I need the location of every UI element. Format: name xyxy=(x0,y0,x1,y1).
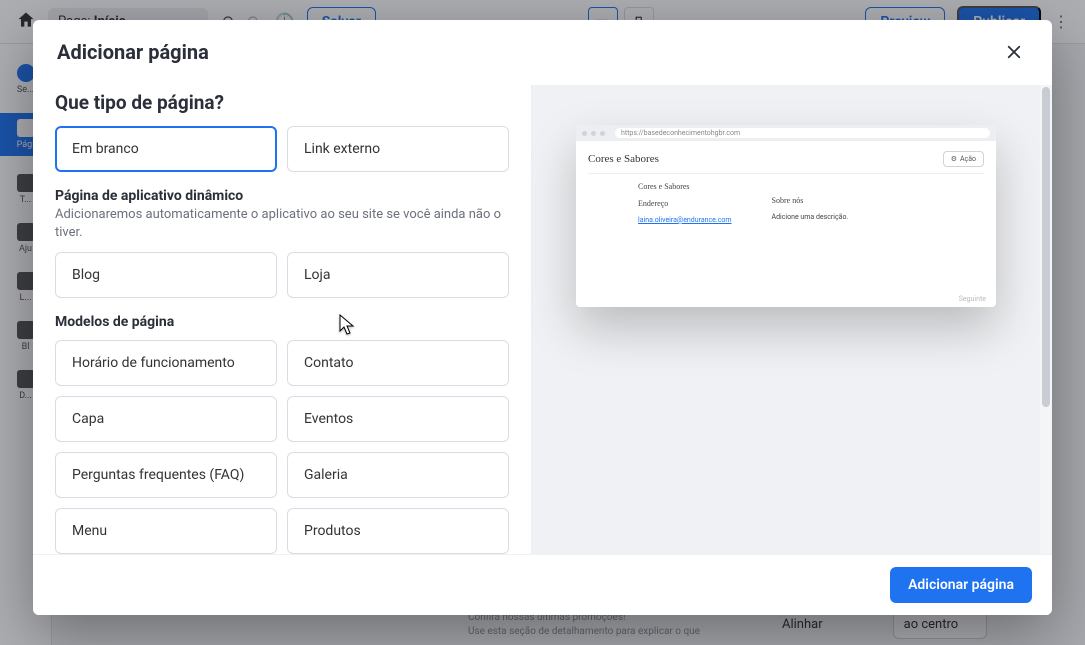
app-blog[interactable]: Blog xyxy=(55,252,277,298)
preview-col1-label: Endereço xyxy=(638,199,732,208)
preview-chrome: https://basedeconhecimentohgbr.com xyxy=(576,125,996,141)
dynamic-heading: Página de aplicativo dinâmico xyxy=(55,188,509,204)
preview-footer: Seguinte xyxy=(576,291,996,307)
preview-col2-label: Sobre nós xyxy=(772,196,849,205)
page-type-question: Que tipo de página? xyxy=(55,91,509,114)
add-page-button[interactable]: Adicionar página xyxy=(890,567,1032,603)
close-icon[interactable] xyxy=(1000,38,1028,66)
dot-icon xyxy=(582,131,587,136)
preview-email: laina.oliveira@endurance.com xyxy=(638,216,732,224)
scrollbar-thumb[interactable] xyxy=(1042,87,1050,407)
template-events[interactable]: Eventos xyxy=(287,396,509,442)
template-products[interactable]: Produtos xyxy=(287,508,509,554)
template-contact[interactable]: Contato xyxy=(287,340,509,386)
modal-scrollbar[interactable] xyxy=(1040,85,1052,554)
templates-grid: Horário de funcionamento Contato Capa Ev… xyxy=(55,340,509,554)
add-page-modal: Adicionar página Que tipo de página? Em … xyxy=(33,20,1052,615)
templates-heading: Modelos de página xyxy=(55,314,509,330)
preview-brand: Cores e Sabores xyxy=(588,153,659,165)
template-gallery[interactable]: Galeria xyxy=(287,452,509,498)
preview-action: Ação xyxy=(943,151,984,167)
dynamic-app-options: Blog Loja xyxy=(55,252,509,298)
preview-browser: https://basedeconhecimentohgbr.com Cores… xyxy=(576,125,996,307)
template-menu[interactable]: Menu xyxy=(55,508,277,554)
dynamic-description: Adicionaremos automaticamente o aplicati… xyxy=(55,206,509,242)
modal-title: Adicionar página xyxy=(57,40,209,64)
page-type-external-link[interactable]: Link externo xyxy=(287,126,509,172)
preview-subtitle: Cores e Sabores xyxy=(638,182,732,191)
dot-icon xyxy=(600,131,605,136)
template-cover[interactable]: Capa xyxy=(55,396,277,442)
modal-left-column: Que tipo de página? Em branco Link exter… xyxy=(33,85,531,554)
template-hours[interactable]: Horário de funcionamento xyxy=(55,340,277,386)
dot-icon xyxy=(591,131,596,136)
app-store[interactable]: Loja xyxy=(287,252,509,298)
page-type-options: Em branco Link externo xyxy=(55,126,509,172)
template-faq[interactable]: Perguntas frequentes (FAQ) xyxy=(55,452,277,498)
preview-panel: https://basedeconhecimentohgbr.com Cores… xyxy=(531,85,1040,554)
page-type-blank[interactable]: Em branco xyxy=(55,126,277,172)
preview-url: https://basedeconhecimentohgbr.com xyxy=(615,128,990,138)
preview-col2-text: Adicione uma descrição. xyxy=(772,213,849,221)
